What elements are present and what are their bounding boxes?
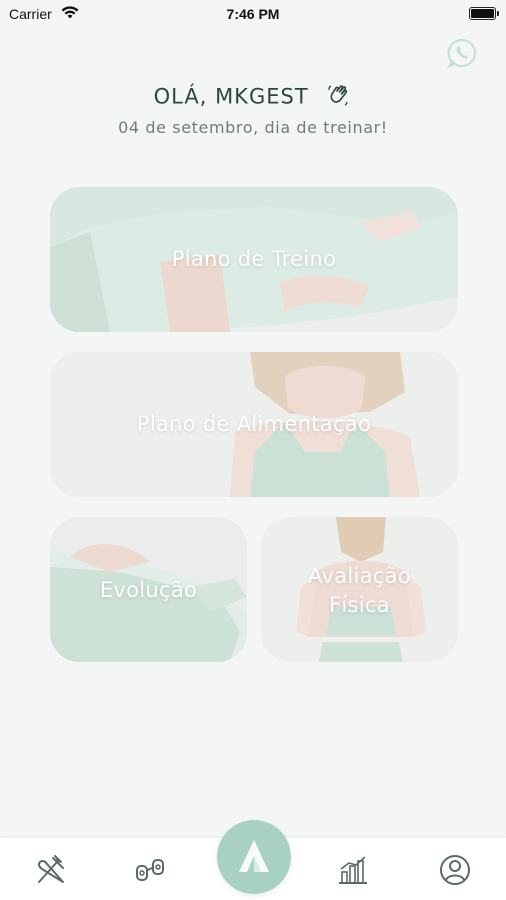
logo-a-icon bbox=[239, 840, 269, 872]
card-avaliacao-fisica[interactable]: Avaliação Física bbox=[261, 517, 458, 662]
tab-workout[interactable] bbox=[133, 852, 169, 888]
user-icon bbox=[440, 855, 470, 885]
whatsapp-icon bbox=[447, 38, 477, 69]
card-evolucao[interactable]: Evolução bbox=[50, 517, 247, 662]
card-plano-de-treino[interactable]: Plano de Treino bbox=[50, 187, 458, 332]
whatsapp-button[interactable] bbox=[445, 36, 479, 70]
tab-home-button[interactable] bbox=[217, 820, 291, 894]
clock: 7:46 PM bbox=[226, 6, 280, 22]
fork-knife-icon bbox=[37, 855, 64, 883]
tab-progress[interactable] bbox=[335, 852, 371, 888]
dumbbell-icon bbox=[136, 859, 164, 881]
card-title: Plano de Alimentação bbox=[136, 412, 372, 436]
greeting-text: OLÁ, MKGEST bbox=[153, 84, 309, 109]
battery-icon bbox=[469, 7, 499, 20]
date-subtitle: 04 de setembro, dia de treinar! bbox=[118, 118, 388, 137]
tab-profile[interactable] bbox=[437, 852, 473, 888]
card-title-line1: Avaliação bbox=[308, 564, 411, 588]
card-title: Plano de Treino bbox=[171, 247, 337, 271]
status-bar: Carrier 7:46 PM bbox=[0, 0, 506, 28]
card-title-line2: Física bbox=[329, 593, 390, 617]
card-plano-de-alimentacao[interactable]: Plano de Alimentação bbox=[50, 352, 458, 497]
waving-hand-icon bbox=[326, 82, 352, 113]
greeting-title: OLÁ, MKGEST bbox=[0, 82, 506, 113]
bar-chart-icon bbox=[339, 856, 367, 884]
tab-nutrition[interactable] bbox=[33, 852, 69, 888]
card-title: Evolução bbox=[99, 578, 198, 602]
